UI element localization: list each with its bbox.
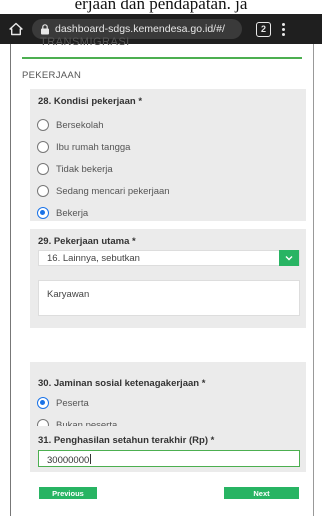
radio-option-peserta[interactable]: Peserta	[37, 396, 89, 410]
radio-label: Sedang mencari pekerjaan	[56, 185, 170, 197]
question-title: 31. Penghasilan setahun terakhir (Rp) *	[38, 435, 215, 446]
home-icon[interactable]	[8, 21, 24, 37]
radio-option-bekerja[interactable]: Bekerja	[37, 206, 88, 220]
select-value: 16. Lainnya, sebutkan	[47, 253, 140, 264]
radio-label: Bersekolah	[56, 119, 104, 131]
radio-label: Ibu rumah tangga	[56, 141, 131, 153]
page-border-left	[10, 44, 11, 516]
previous-button[interactable]: Previous	[39, 487, 97, 499]
question-title: 28. Kondisi pekerjaan *	[38, 96, 143, 107]
radio-button-selected[interactable]	[37, 207, 49, 219]
radio-button[interactable]	[37, 141, 49, 153]
penghasilan-input[interactable]: 30000000	[38, 450, 300, 467]
question-29: 29. Pekerjaan utama * 16. Lainnya, sebut…	[30, 229, 306, 328]
radio-option-sedang-mencari-pekerjaan[interactable]: Sedang mencari pekerjaan	[37, 184, 170, 198]
url-text: dashboard-sdgs.kemendesa.go.id/#/	[55, 23, 225, 35]
radio-label: Bekerja	[56, 207, 89, 219]
radio-button-selected[interactable]	[37, 397, 49, 409]
next-button[interactable]: Next	[224, 487, 299, 499]
radio-option-tidak-bekerja[interactable]: Tidak bekerja	[37, 162, 113, 176]
caption-text: erjaan dan pendapatan. ja	[74, 0, 248, 13]
radio-button[interactable]	[37, 163, 49, 175]
caption-strip: erjaan dan pendapatan. ja	[0, 0, 322, 14]
question-28: 28. Kondisi pekerjaan * Bersekolah Ibu r…	[30, 89, 306, 221]
textarea-value: Karyawan	[47, 289, 90, 300]
radio-button[interactable]	[37, 119, 49, 131]
form-page: TRANSMIGRASI PEKERJAAN 28. Kondisi peker…	[0, 36, 322, 516]
radio-label: Tidak bekerja	[56, 163, 113, 175]
page-border-right	[313, 44, 314, 516]
question-31: 31. Penghasilan setahun terakhir (Rp) * …	[30, 426, 306, 472]
radio-button[interactable]	[37, 185, 49, 197]
question-30: 30. Jaminan sosial ketenagakerjaan * Pes…	[30, 362, 306, 434]
clipped-section-heading: TRANSMIGRASI	[40, 36, 130, 48]
pekerjaan-utama-select[interactable]: 16. Lainnya, sebutkan	[38, 250, 300, 266]
chevron-down-icon[interactable]	[279, 250, 299, 266]
question-title: 30. Jaminan sosial ketenagakerjaan *	[38, 378, 206, 389]
lock-icon	[40, 23, 50, 35]
more-vert-icon[interactable]	[282, 22, 285, 36]
radio-label: Peserta	[56, 397, 89, 409]
question-title: 29. Pekerjaan utama *	[38, 236, 136, 247]
radio-option-bersekolah[interactable]: Bersekolah	[37, 118, 104, 132]
input-value: 30000000	[47, 454, 92, 466]
section-label: PEKERJAAN	[22, 70, 82, 81]
section-divider	[22, 57, 302, 59]
radio-option-ibu-rumah-tangga[interactable]: Ibu rumah tangga	[37, 140, 130, 154]
tabs-icon[interactable]: 2	[256, 21, 271, 37]
pekerjaan-lainnya-textarea[interactable]: Karyawan	[38, 280, 300, 316]
